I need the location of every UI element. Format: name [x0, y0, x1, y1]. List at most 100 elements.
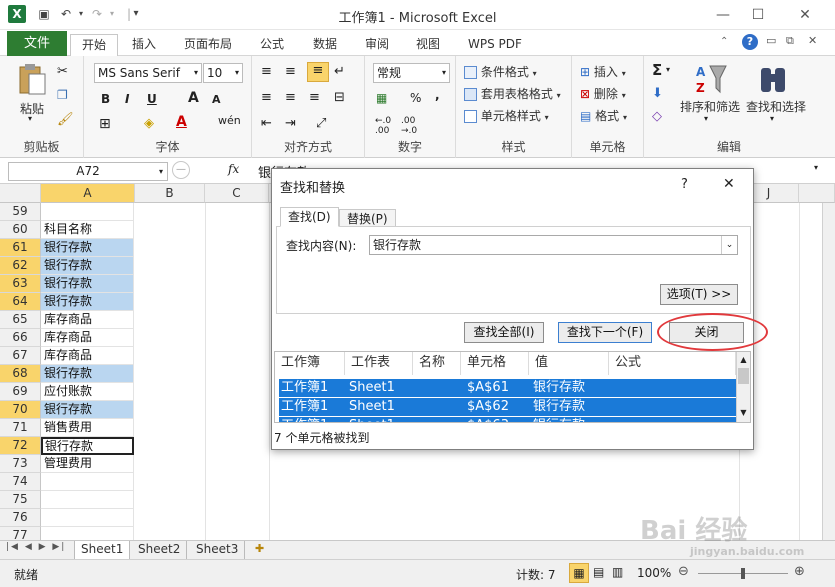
format-painter-icon[interactable]: 🖌: [57, 112, 74, 127]
cell-a[interactable]: 银行存款: [41, 365, 134, 383]
help-icon[interactable]: ?: [742, 34, 758, 50]
row-header[interactable]: 67: [0, 347, 41, 365]
autosum-icon[interactable]: Σ: [652, 61, 662, 79]
result-row[interactable]: 工作簿1 Sheet1 $A$62 银行存款: [279, 398, 736, 416]
find-select-button[interactable]: 查找和选择: [746, 98, 806, 115]
insert-button[interactable]: ⊞ 插入 ▾: [580, 63, 626, 80]
delete-button[interactable]: ⊠ 删除 ▾: [580, 85, 626, 102]
row-header[interactable]: 69: [0, 383, 41, 401]
orientation-icon[interactable]: ⤢: [316, 116, 326, 131]
sheet-tab-1[interactable]: Sheet1: [74, 541, 131, 559]
cell-a[interactable]: 银行存款: [41, 401, 134, 419]
scroll-up-icon[interactable]: ▲: [737, 355, 750, 364]
merge-center-icon[interactable]: ⊟: [334, 90, 345, 105]
results-list[interactable]: 工作簿 工作表 名称 单元格 值 公式 工作簿1 Sheet1 $A$61 银行存款工…: [274, 351, 751, 423]
align-bottom-icon[interactable]: ≡: [307, 62, 329, 82]
result-header-formula[interactable]: 公式: [609, 352, 736, 375]
cell-a[interactable]: [41, 527, 134, 540]
formula-divider-icon[interactable]: —: [172, 161, 190, 179]
mini-close-button[interactable]: ✕: [808, 34, 817, 47]
cell-a[interactable]: 管理费用: [41, 455, 134, 473]
row-header[interactable]: 76: [0, 509, 41, 527]
underline-button[interactable]: U: [147, 92, 157, 106]
row-header[interactable]: 62: [0, 257, 41, 275]
restore-button[interactable]: ☐: [743, 4, 773, 26]
zoom-out-button[interactable]: ⊖: [678, 564, 689, 579]
wrap-text-icon[interactable]: ↵: [334, 64, 345, 79]
number-format-combo[interactable]: 常规 ▾: [373, 63, 450, 83]
row-header[interactable]: 64: [0, 293, 41, 311]
increase-indent-icon[interactable]: ⇥: [285, 116, 296, 131]
percent-button[interactable]: %: [410, 91, 421, 105]
row-header[interactable]: 65: [0, 311, 41, 329]
row-header[interactable]: 70: [0, 401, 41, 419]
tab-home[interactable]: 开始: [70, 34, 118, 57]
copy-icon[interactable]: ❐: [57, 88, 68, 102]
normal-view-button[interactable]: ▦: [569, 563, 589, 583]
row-header[interactable]: 74: [0, 473, 41, 491]
row-header[interactable]: 63: [0, 275, 41, 293]
format-button[interactable]: ▤ 格式 ▾: [580, 107, 627, 124]
zoom-slider-thumb[interactable]: [741, 568, 745, 579]
chevron-down-icon[interactable]: ⌄: [721, 236, 737, 254]
tab-formulas[interactable]: 公式: [252, 34, 292, 56]
cut-icon[interactable]: ✂: [57, 64, 68, 79]
chevron-down-icon[interactable]: ▾: [770, 114, 774, 123]
row-header[interactable]: 59: [0, 203, 41, 221]
sort-filter-icon[interactable]: AZ: [696, 62, 728, 96]
vertical-scrollbar[interactable]: [822, 203, 835, 540]
decrease-decimal-icon[interactable]: .00 →.0: [401, 116, 417, 136]
bold-button[interactable]: B: [101, 92, 110, 106]
cell-a[interactable]: 科目名称: [41, 221, 134, 239]
results-scrollbar[interactable]: ▲ ▼: [736, 352, 750, 422]
options-button[interactable]: 选项(T) >>: [660, 284, 738, 305]
row-header[interactable]: 73: [0, 455, 41, 473]
name-box[interactable]: A72 ▾: [8, 162, 168, 181]
find-next-button[interactable]: 查找下一个(F): [558, 322, 652, 343]
sheet-nav-icon[interactable]: |◀ ◀ ▶ ▶|: [6, 542, 66, 552]
cell-a[interactable]: [41, 491, 134, 509]
cell-a[interactable]: 应付账款: [41, 383, 134, 401]
tab-file[interactable]: 文件: [7, 31, 67, 56]
decrease-indent-icon[interactable]: ⇤: [261, 116, 272, 131]
row-header[interactable]: 61: [0, 239, 41, 257]
sheet-tab-3[interactable]: Sheet3: [190, 541, 246, 559]
sort-filter-button[interactable]: 排序和筛选: [680, 98, 740, 115]
grow-font-button[interactable]: A: [188, 90, 199, 106]
mini-restore-button[interactable]: ⧉: [786, 34, 794, 48]
cell-a[interactable]: 银行存款: [41, 275, 134, 293]
collapse-ribbon-icon[interactable]: ⌃: [720, 36, 728, 47]
scroll-thumb[interactable]: [738, 368, 749, 384]
dialog-help-button[interactable]: ?: [681, 177, 688, 192]
comma-button[interactable]: ,: [435, 88, 440, 102]
insert-function-button[interactable]: fx: [228, 162, 239, 176]
border-icon[interactable]: ⊞: [99, 116, 111, 132]
select-all-corner[interactable]: [0, 184, 41, 203]
tab-insert[interactable]: 插入: [124, 34, 164, 56]
cell-a[interactable]: [41, 509, 134, 527]
tab-replace[interactable]: 替换(P): [339, 209, 396, 227]
paste-icon[interactable]: [17, 62, 47, 96]
column-header-k[interactable]: [799, 184, 835, 203]
page-layout-view-button[interactable]: ▤: [593, 565, 604, 579]
result-header-sheet[interactable]: 工作表: [345, 352, 413, 375]
result-header-value[interactable]: 值: [529, 352, 609, 375]
sheet-tab-2[interactable]: Sheet2: [132, 541, 188, 559]
cell-a[interactable]: 银行存款: [41, 239, 134, 257]
column-header-b[interactable]: B: [135, 184, 205, 203]
cell-a[interactable]: 库存商品: [41, 311, 134, 329]
column-header-a[interactable]: A: [41, 184, 135, 203]
tab-find[interactable]: 查找(D): [280, 207, 339, 227]
row-header[interactable]: 72: [0, 437, 41, 455]
cell-a[interactable]: 库存商品: [41, 329, 134, 347]
find-all-button[interactable]: 查找全部(I): [464, 322, 544, 343]
font-name-combo[interactable]: MS Sans Serif ▾: [94, 63, 202, 83]
row-header[interactable]: 66: [0, 329, 41, 347]
format-as-table-button[interactable]: 套用表格格式 ▾: [464, 85, 561, 102]
result-header-name[interactable]: 名称: [413, 352, 461, 375]
conditional-format-button[interactable]: 条件格式 ▾: [464, 63, 537, 80]
fill-icon[interactable]: ⬇: [652, 86, 663, 101]
tab-data[interactable]: 数据: [305, 34, 345, 56]
align-center-icon[interactable]: ≡: [285, 90, 296, 105]
active-cell[interactable]: 银行存款: [41, 437, 134, 455]
